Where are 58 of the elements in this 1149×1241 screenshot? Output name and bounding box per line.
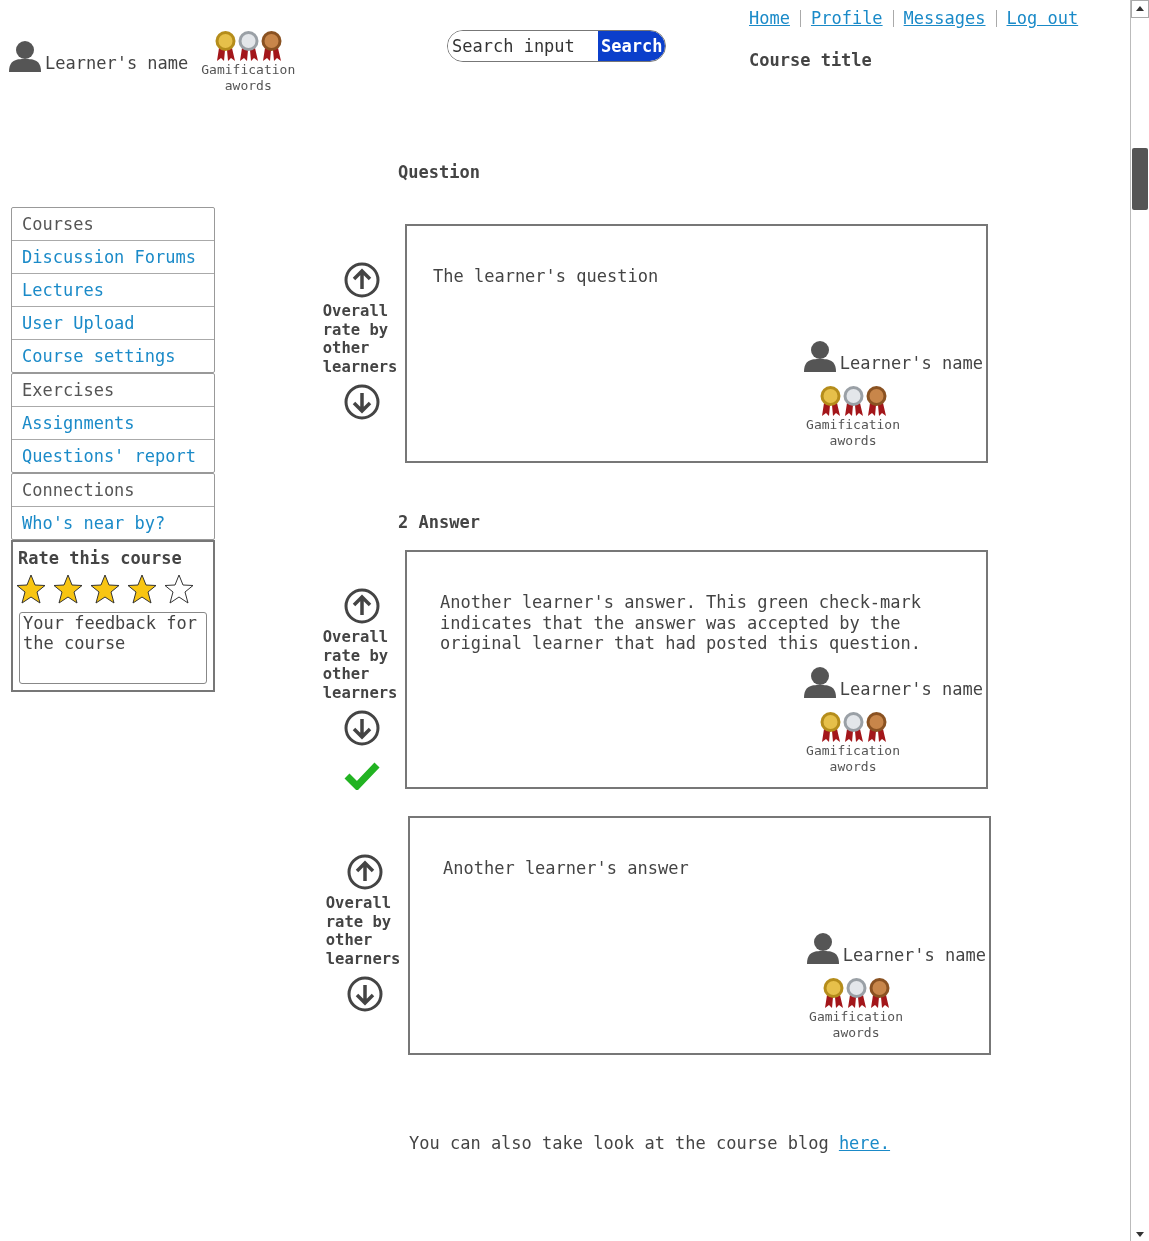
awards-label: Gamification awords	[806, 743, 900, 775]
awards-label: Gamification awords	[201, 62, 296, 94]
user-icon	[8, 40, 42, 73]
sidebar-link[interactable]: Discussion Forums	[12, 240, 214, 273]
course-title: Course title	[749, 50, 872, 70]
nav-link[interactable]: Messages	[903, 8, 986, 28]
sidebar-link[interactable]: Who's near by?	[12, 506, 214, 539]
medals-icon	[819, 711, 887, 743]
post-text: Another learner's answer	[443, 858, 690, 879]
author-name: Learner's name	[842, 945, 986, 965]
nav-link[interactable]: Profile	[810, 8, 883, 28]
rating-title: Rate this course	[17, 548, 183, 568]
sidebar-link[interactable]: Lectures	[12, 273, 214, 306]
downvote-icon[interactable]	[343, 710, 380, 746]
nav-link[interactable]: Log out	[1006, 8, 1079, 28]
user-name: Learner's name	[45, 53, 189, 73]
medals-icon	[819, 385, 887, 417]
medals-icon	[214, 30, 282, 62]
vote-label: Overall rate by other learners	[325, 894, 402, 968]
post-text: The learner's question	[433, 266, 660, 287]
upvote-icon[interactable]	[343, 262, 380, 298]
star-icon	[90, 574, 120, 604]
section-heading: Question	[398, 161, 481, 184]
sidebar-link[interactable]: Course settings	[12, 339, 214, 372]
sidebar-link[interactable]: User Upload	[12, 306, 214, 339]
search-field[interactable]: Search input Search	[447, 30, 667, 62]
user-icon	[805, 932, 840, 965]
nav-link[interactable]: Home	[749, 8, 790, 28]
star-icon	[53, 574, 83, 604]
upvote-icon[interactable]	[346, 854, 383, 890]
post-text: Another learner's answer. This green check-mark indicates that the answer was accepted by the original learner that had posted this question.	[440, 592, 923, 654]
section-header: Courses	[21, 213, 95, 236]
sidebar-link[interactable]: Questions' report	[12, 439, 214, 472]
search-button[interactable]: Search	[598, 31, 666, 61]
awards-label: Gamification awords	[806, 417, 900, 449]
star-icon	[16, 574, 46, 604]
awards-label: Gamification awords	[809, 1009, 903, 1041]
vote-label: Overall rate by other learners	[322, 628, 399, 702]
scroll-thumb[interactable]	[1132, 148, 1148, 210]
star-icon	[127, 574, 157, 604]
section-header: Exercises	[21, 379, 116, 402]
downvote-icon[interactable]	[346, 976, 383, 1012]
downvote-icon[interactable]	[343, 384, 380, 420]
author-name: Learner's name	[839, 679, 983, 699]
sidebar-link[interactable]: Assignments	[12, 406, 214, 439]
vote-label: Overall rate by other learners	[322, 302, 399, 376]
star-icon	[164, 574, 194, 604]
section-heading: 2 Answer	[398, 511, 481, 534]
footer-text: You can also take look at the course blog here.	[409, 1133, 892, 1153]
section-header: Connections	[21, 479, 136, 502]
feedback-field[interactable]: Your feedback for the course	[19, 612, 207, 684]
user-icon	[802, 340, 837, 373]
medals-icon	[822, 977, 890, 1009]
author-name: Learner's name	[839, 353, 983, 373]
blog-link[interactable]: here.	[838, 1133, 891, 1153]
scroll-up-icon[interactable]	[1131, 0, 1149, 18]
upvote-icon[interactable]	[343, 588, 380, 624]
user-icon	[802, 666, 837, 699]
